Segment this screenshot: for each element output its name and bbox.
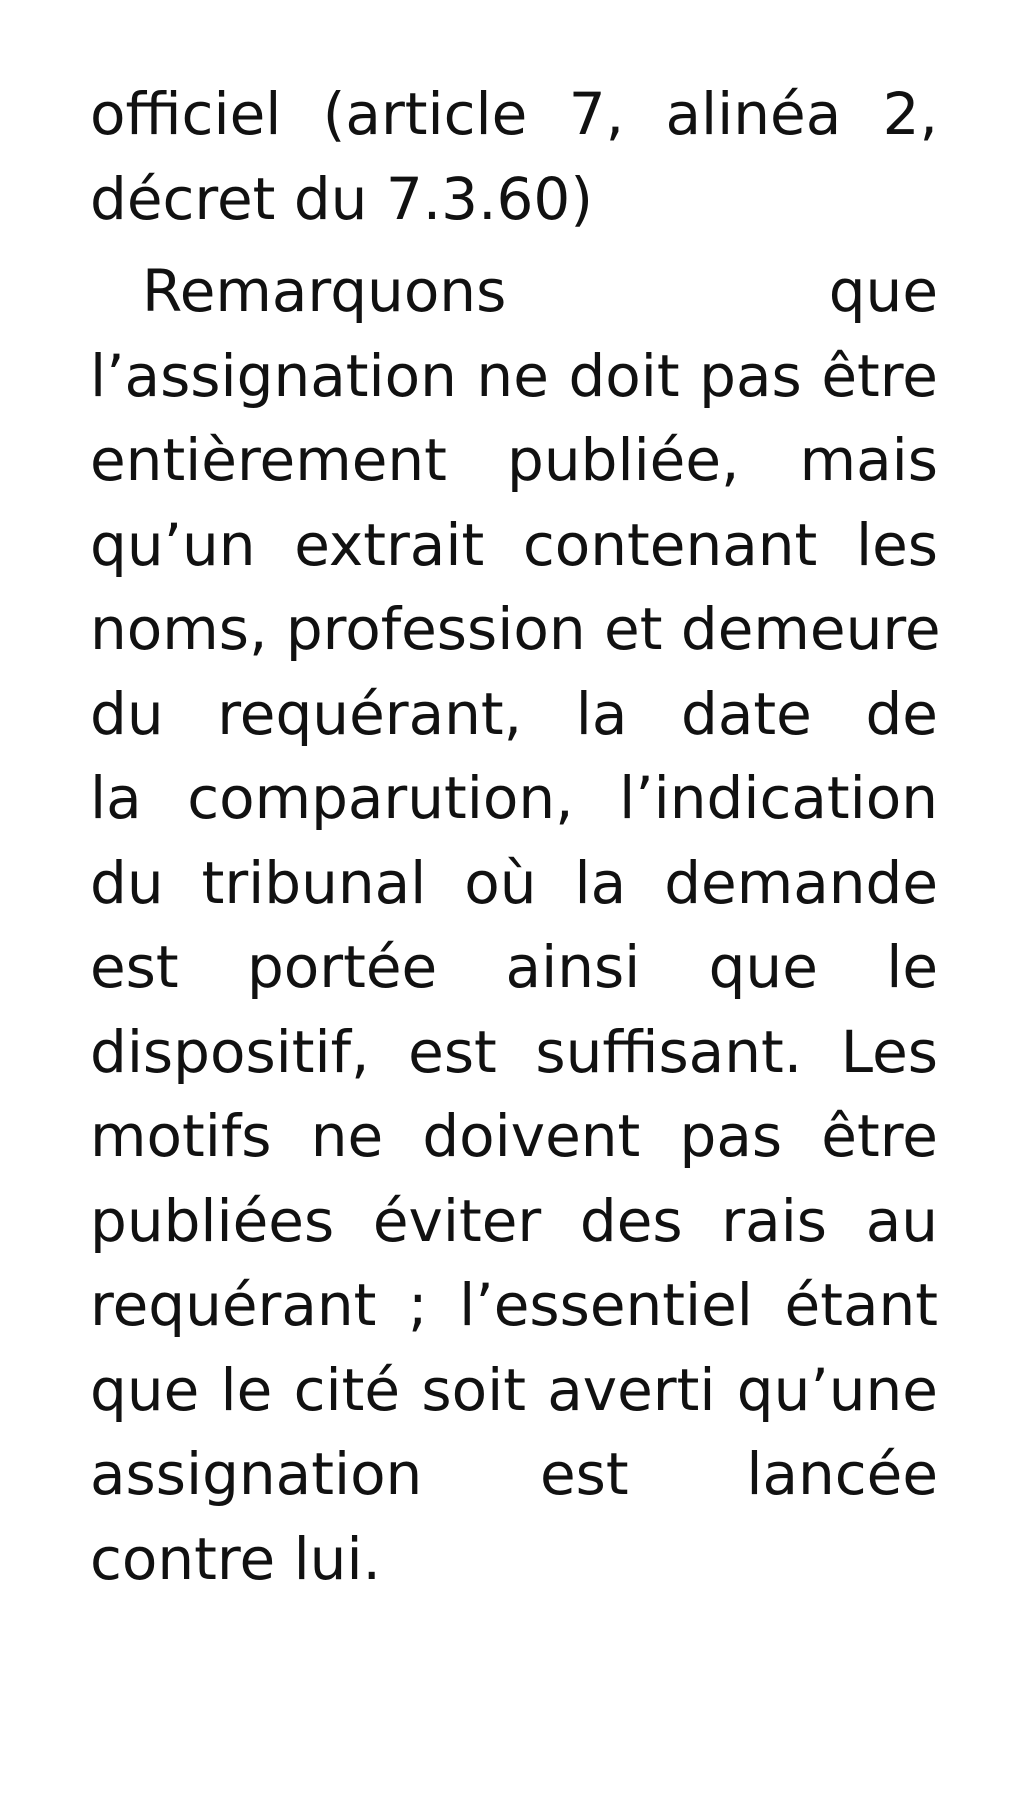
text-line: du tribunal où la demande	[90, 848, 938, 917]
text-line: motifs ne doivent pas être	[90, 1102, 938, 1170]
text-line: assignation est lancée	[90, 1440, 938, 1508]
text-line: décret du 7.3.60)	[90, 164, 593, 233]
text-line: la comparution, l’indication	[90, 764, 938, 832]
text-line: entièrement publiée, mais	[90, 426, 938, 494]
paragraph-remarquons: Remarquons que l’assignation ne doit pas…	[90, 249, 941, 1601]
document-page: officiel (article 7, alinéa 2, décret du…	[90, 72, 941, 1601]
text-line: requérant ; l’essentiel étant	[90, 1271, 938, 1339]
text-line: que le cité soit averti qu’une	[90, 1355, 938, 1424]
text-line: qu’un extrait contenant les	[90, 510, 938, 579]
text-line: Remarquons que	[142, 257, 938, 325]
paragraph-continuation: officiel (article 7, alinéa 2, décret du…	[90, 72, 938, 241]
text-line: l’assignation ne doit pas être	[90, 341, 938, 410]
text-line: du requérant, la date de	[90, 679, 938, 748]
text-line: est portée ainsi que le	[90, 933, 938, 1001]
text-line: publiées éviter des rais au	[90, 1186, 938, 1255]
text-line: dispositif, est suffisant. Les	[90, 1017, 938, 1086]
text-line: noms, profession et demeure	[90, 595, 941, 663]
text-line: officiel (article 7, alinéa 2,	[90, 80, 938, 148]
text-line: contre lui.	[90, 1524, 381, 1593]
